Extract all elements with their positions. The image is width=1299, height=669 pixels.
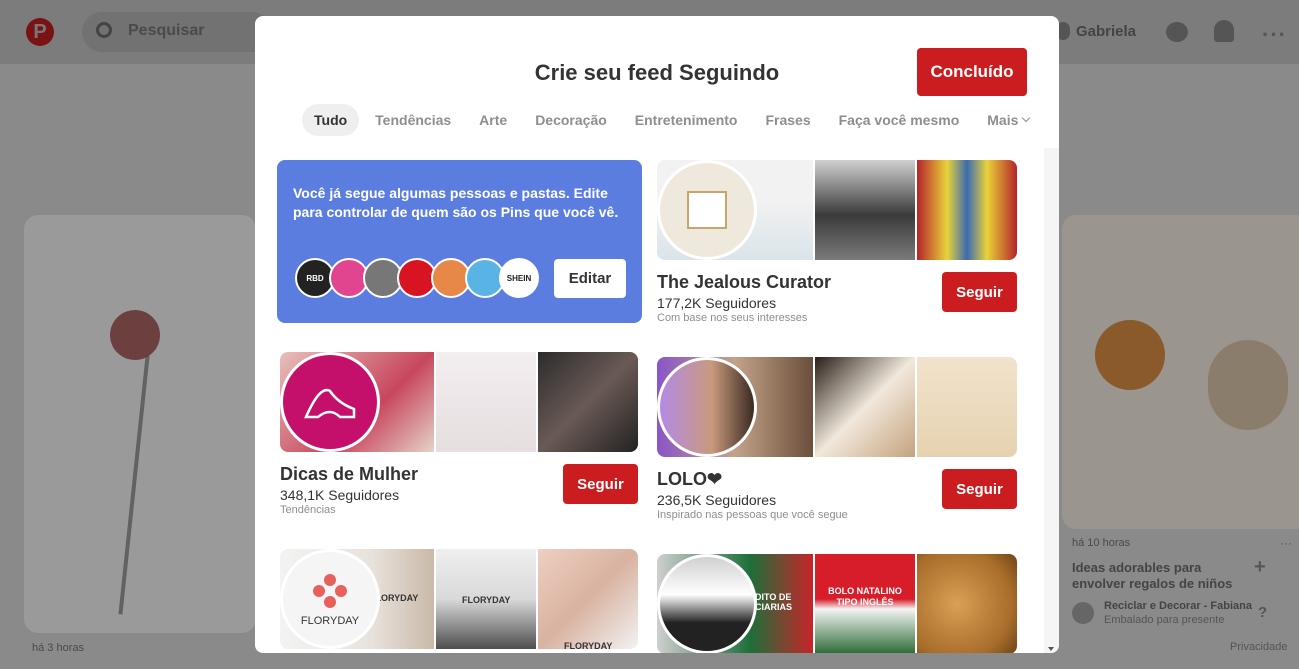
board-avatar <box>657 357 757 457</box>
board-followers: 177,2K Seguidores <box>657 295 777 311</box>
tab-arte[interactable]: Arte <box>467 104 519 136</box>
search-icon <box>96 22 112 38</box>
source-avatar[interactable] <box>1072 602 1094 624</box>
tab-frases[interactable]: Frases <box>753 104 822 136</box>
plus-icon[interactable]: + <box>1254 556 1266 579</box>
follow-button[interactable]: Seguir <box>942 469 1017 509</box>
scroll-down-icon[interactable] <box>1048 647 1054 651</box>
board-reason: Com base nos seus interesses <box>657 312 808 324</box>
search-placeholder: Pesquisar <box>128 22 205 39</box>
board-avatar <box>280 352 380 452</box>
board-card: DITO DE CIARIAS BOLO NATALINO TIPO INGLÊ… <box>657 554 1017 653</box>
chat-icon[interactable] <box>1166 22 1188 42</box>
follow-button[interactable]: Seguir <box>563 464 638 504</box>
chevron-down-icon <box>1022 113 1031 123</box>
floryday-label: FLORYDAY <box>564 641 613 649</box>
done-button[interactable]: Concluído <box>917 48 1027 96</box>
pin-time-left: há 3 horas <box>32 642 84 654</box>
board-reason: Tendências <box>280 504 336 516</box>
pin-title[interactable]: Ideas adorables para envolver regalos de… <box>1072 560 1248 592</box>
board-card: The Jealous Curator 177,2K Seguidores Co… <box>657 160 1017 330</box>
tab-entretenimento[interactable]: Entretenimento <box>623 104 750 136</box>
pinterest-logo-icon[interactable]: P <box>26 18 54 46</box>
tab-tudo[interactable]: Tudo <box>302 104 360 136</box>
user-name[interactable]: Gabriela <box>1076 23 1136 40</box>
followed-avatar: SHEIN <box>499 258 539 298</box>
lion-box-image <box>1095 320 1165 390</box>
board-card: Dicas de Mulher 348,1K Seguidores Tendên… <box>280 352 638 522</box>
bear-box-image <box>1208 340 1288 430</box>
board-card: FLORYDAY FLORYDAY FLORYDAY FLORYDAY <box>280 549 638 653</box>
following-info-text: Você já segue algumas pessoas e pastas. … <box>293 185 619 220</box>
tab-mais-label: Mais <box>987 112 1019 128</box>
scrollbar[interactable] <box>1044 148 1059 653</box>
board-image-label: DITO DE CIARIAS <box>755 592 793 612</box>
help-icon[interactable]: ? <box>1258 604 1267 621</box>
board-followers: 236,5K Seguidores <box>657 492 777 508</box>
follow-feed-modal: Crie seu feed Seguindo Concluído Tudo Te… <box>255 16 1059 653</box>
pin-more-icon[interactable]: ··· <box>1280 536 1292 550</box>
boards-list[interactable]: Você já segue algumas pessoas e pastas. … <box>255 156 1044 653</box>
board-avatar: FLORYDAY <box>280 549 380 649</box>
pin-source[interactable]: Reciclar e Decorar - Fabiana <box>1104 600 1252 612</box>
tab-decoracao[interactable]: Decoração <box>523 104 619 136</box>
edit-button[interactable]: Editar <box>554 259 626 298</box>
tab-faca-voce-mesmo[interactable]: Faça você mesmo <box>827 104 972 136</box>
board-reason: Inspirado nas pessoas que você segue <box>657 509 848 521</box>
floryday-label: FLORYDAY <box>462 595 511 605</box>
pin-source-board: Embalado para presente <box>1104 614 1225 626</box>
board-followers: 348,1K Seguidores <box>280 487 400 503</box>
floryday-logo-icon <box>313 574 347 608</box>
board-name[interactable]: LOLO❤ <box>657 469 722 490</box>
tab-tendencias[interactable]: Tendências <box>363 104 463 136</box>
board-card: LOLO❤ 236,5K Seguidores Inspirado nas pe… <box>657 357 1017 527</box>
bell-icon[interactable] <box>1214 20 1234 42</box>
follow-button[interactable]: Seguir <box>942 272 1017 312</box>
tab-mais[interactable]: Mais <box>975 104 1041 136</box>
board-name[interactable]: The Jealous Curator <box>657 272 831 293</box>
board-avatar <box>657 160 757 260</box>
floryday-avatar-text: FLORYDAY <box>300 615 360 627</box>
privacy-link[interactable]: Privacidade <box>1230 641 1287 653</box>
more-options-icon[interactable]: ··· <box>1262 22 1287 48</box>
board-name[interactable]: Dicas de Mulher <box>280 464 418 485</box>
board-image-label: BOLO NATALINO TIPO INGLÊS <box>828 586 902 607</box>
rose-image <box>110 310 160 360</box>
following-info-card: Você já segue algumas pessoas e pastas. … <box>277 160 642 323</box>
board-avatar <box>657 554 757 653</box>
category-tabs: Tudo Tendências Arte Decoração Entreteni… <box>302 104 1045 136</box>
high-heel-icon <box>304 388 356 419</box>
pin-time-right: há 10 horas <box>1072 537 1131 549</box>
followed-avatars: RBD SHEIN <box>295 258 539 298</box>
